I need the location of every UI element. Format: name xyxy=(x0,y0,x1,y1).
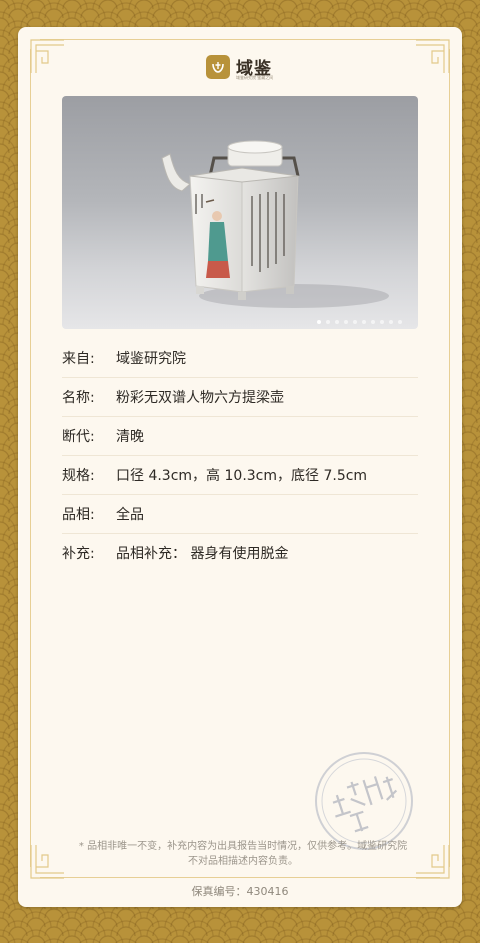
carousel-dot[interactable] xyxy=(398,320,402,324)
serial-number: 保真编号：430416 xyxy=(18,883,462,899)
frame-line-top xyxy=(40,39,440,40)
detail-label: 断代: xyxy=(62,429,95,445)
frame-line-right xyxy=(449,49,450,867)
detail-value: 域鉴研究院 xyxy=(116,351,186,367)
carousel-dot[interactable] xyxy=(389,320,393,324)
certificate-card: 域鉴 域鉴研究院 鉴藏之间 来自: 域鉴研究院 名称: 粉彩无双谱人物六方提梁壶… xyxy=(18,27,462,907)
detail-row-supplement: 补充: 品相补充： 器身有使用脱金 xyxy=(62,534,418,572)
carousel-dot[interactable] xyxy=(371,320,375,324)
frame-line-bottom xyxy=(40,877,440,878)
brand-logo: 域鉴 域鉴研究院 鉴藏之间 xyxy=(206,54,274,80)
detail-label: 规格: xyxy=(62,468,95,484)
corner-ornament-bottom-right xyxy=(416,845,450,879)
brand-mark-icon xyxy=(206,54,230,79)
serial-label: 保真编号： xyxy=(191,885,247,898)
detail-label: 名称: xyxy=(62,390,95,406)
corner-ornament-bottom-left xyxy=(30,845,64,879)
teapot-photo xyxy=(161,140,389,308)
carousel-dot[interactable] xyxy=(362,320,366,324)
corner-ornament-top-left xyxy=(30,39,64,73)
detail-row-condition: 品相: 全品 xyxy=(62,495,418,534)
detail-row-dimensions: 规格: 口径 4.3cm，高 10.3cm，底径 7.5cm xyxy=(62,456,418,495)
brand-tagline: 域鉴研究院 鉴藏之间 xyxy=(236,75,274,80)
carousel-dot[interactable] xyxy=(326,320,330,324)
frame-line-left xyxy=(30,49,31,867)
carousel-dot[interactable] xyxy=(317,320,321,324)
detail-row-period: 断代: 清晚 xyxy=(62,417,418,456)
detail-label: 补充: xyxy=(62,546,95,562)
serial-value: 430416 xyxy=(246,885,289,898)
detail-label: 品相: xyxy=(62,507,95,523)
detail-value: 品相补充： 器身有使用脱金 xyxy=(116,546,289,562)
carousel-dot[interactable] xyxy=(344,320,348,324)
seal-stamp xyxy=(312,749,416,853)
corner-ornament-top-right xyxy=(416,39,450,73)
carousel-indicator xyxy=(317,320,402,324)
carousel-dot[interactable] xyxy=(380,320,384,324)
detail-value: 全品 xyxy=(116,507,144,523)
detail-row-source: 来自: 域鉴研究院 xyxy=(62,339,418,378)
disclaimer-text: * 品相非唯一不变，补充内容为出具报告当时情况，仅供参考。域鉴研究院不对品相描述… xyxy=(78,841,408,867)
detail-value: 口径 4.3cm，高 10.3cm，底径 7.5cm xyxy=(116,468,368,484)
carousel-dot[interactable] xyxy=(353,320,357,324)
carousel-dot[interactable] xyxy=(335,320,339,324)
detail-label: 来自: xyxy=(62,351,95,367)
detail-value: 粉彩无双谱人物六方提梁壶 xyxy=(116,390,284,406)
item-details: 来自: 域鉴研究院 名称: 粉彩无双谱人物六方提梁壶 断代: 清晚 规格: 口径… xyxy=(62,339,418,572)
detail-row-name: 名称: 粉彩无双谱人物六方提梁壶 xyxy=(62,378,418,417)
detail-value: 清晚 xyxy=(116,429,144,445)
item-photo-carousel[interactable] xyxy=(62,96,418,329)
